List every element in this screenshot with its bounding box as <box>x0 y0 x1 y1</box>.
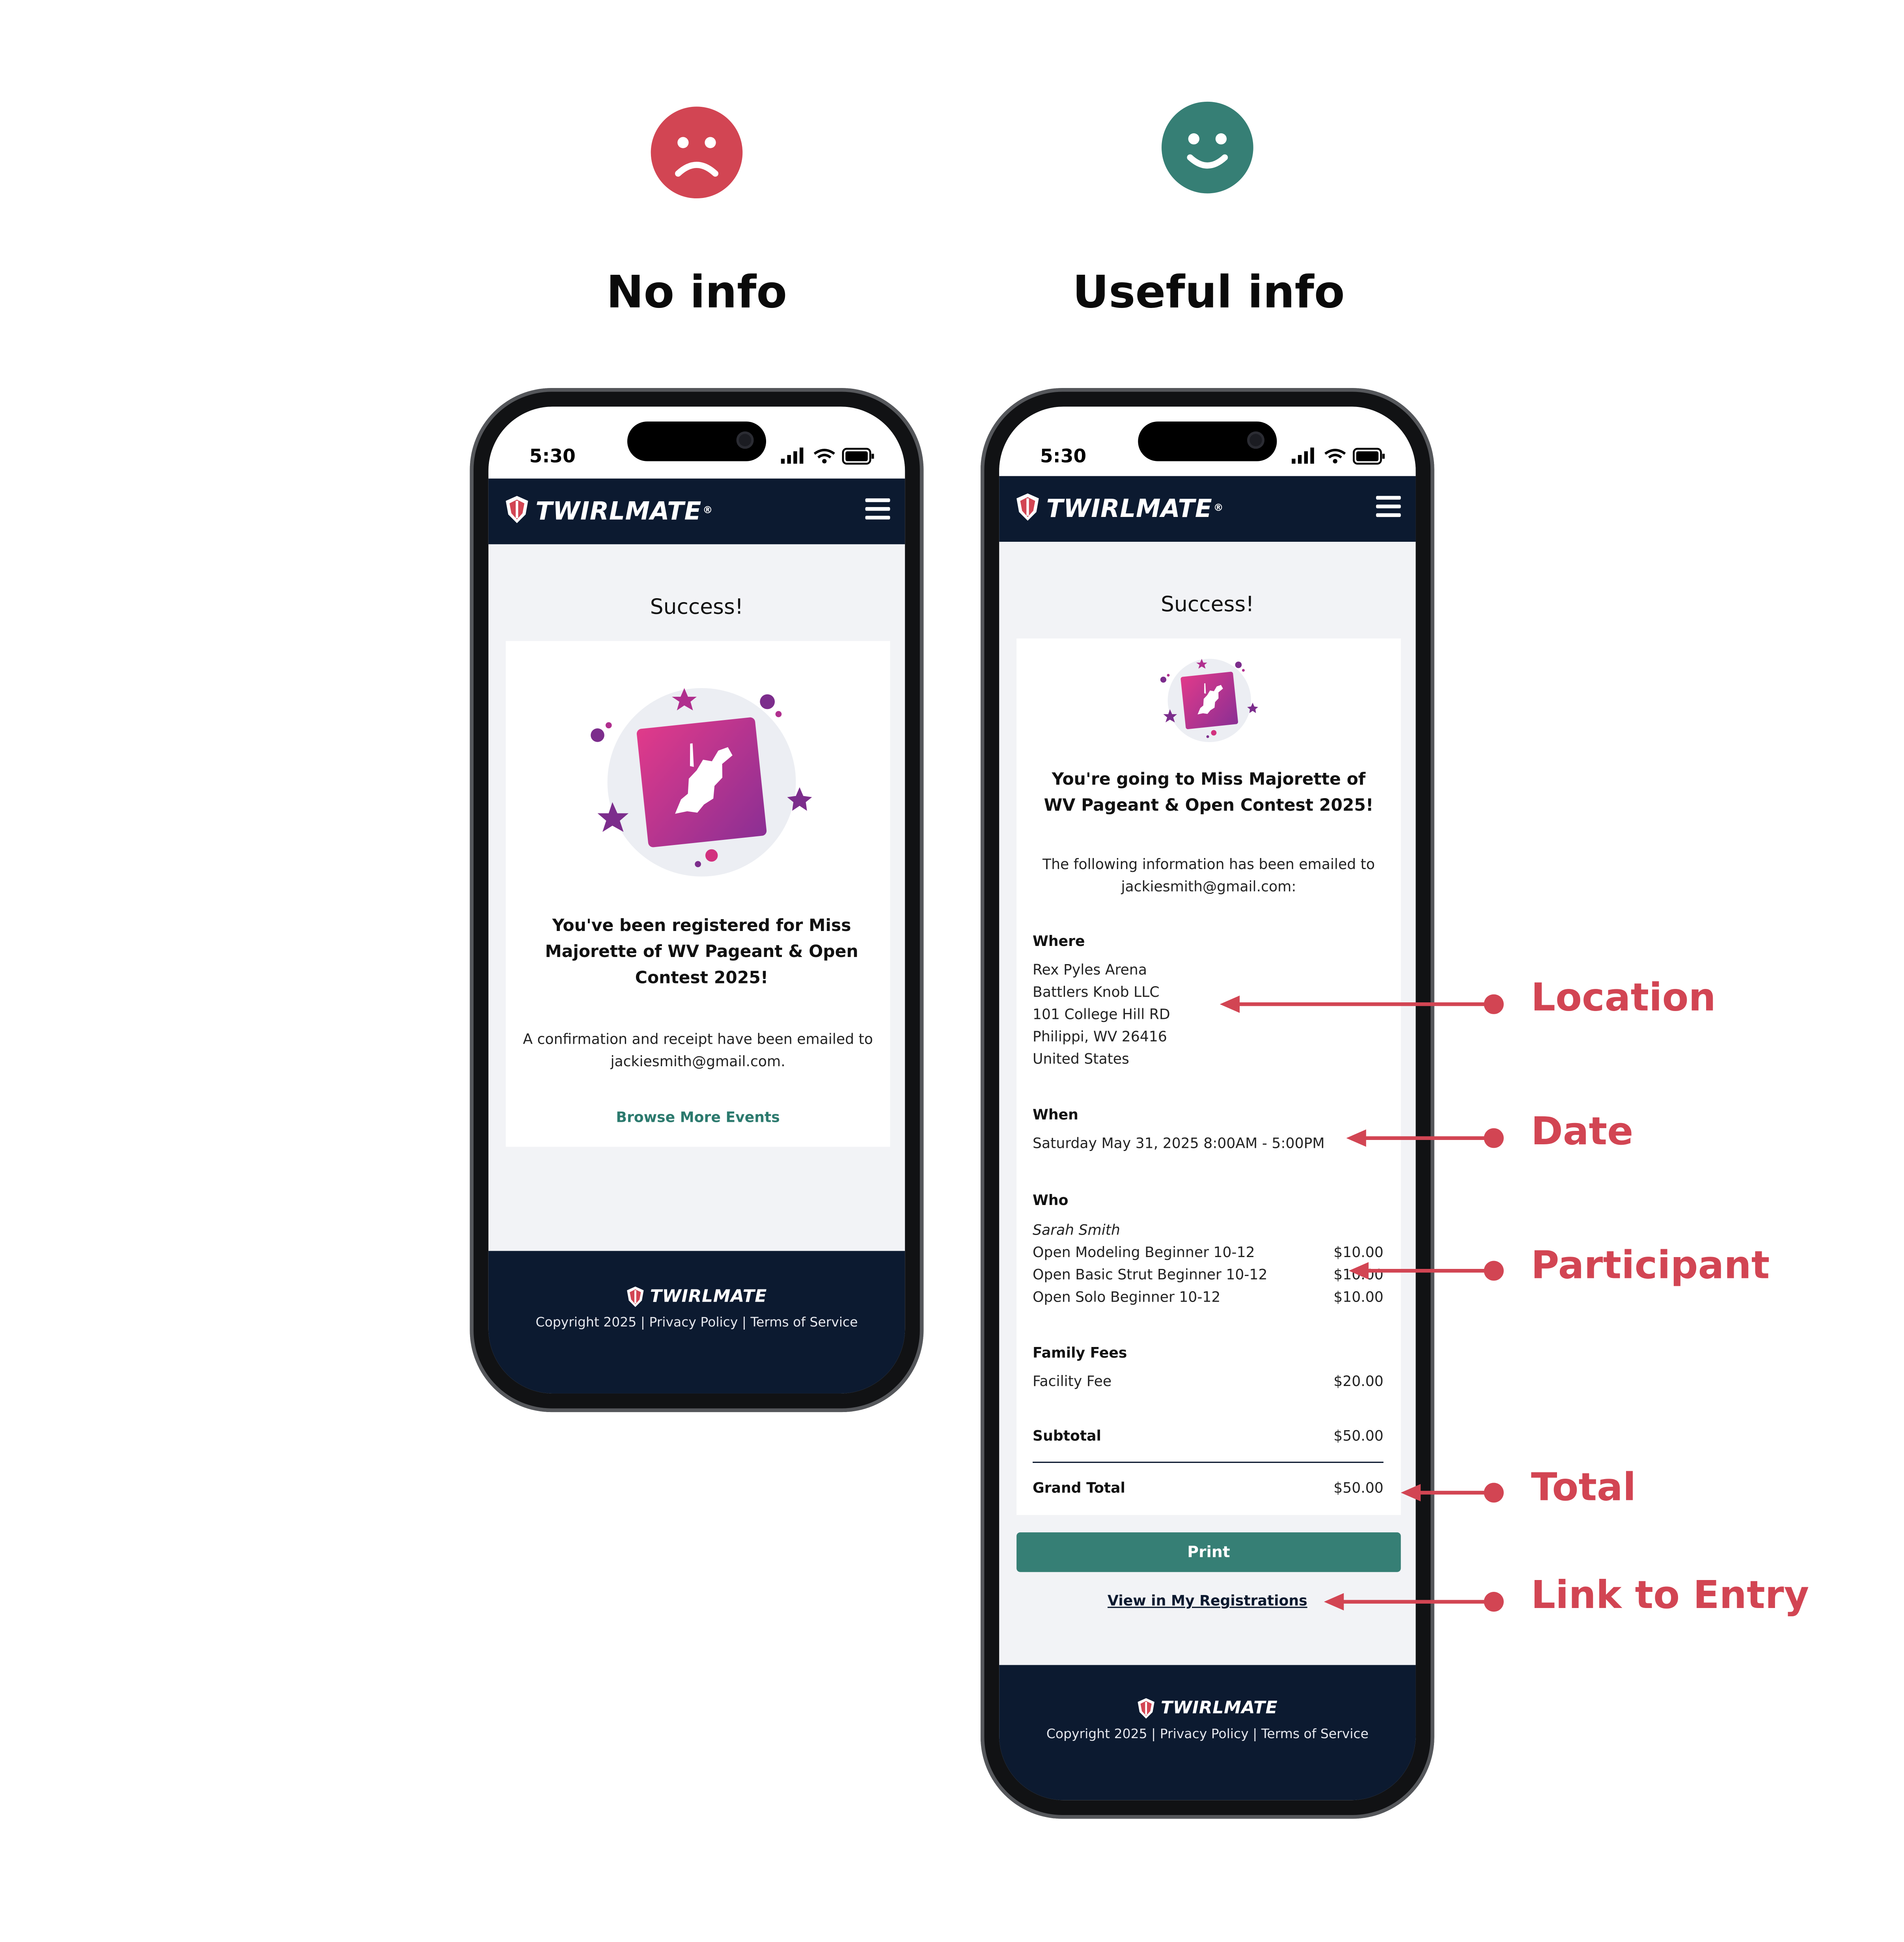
arrow-total <box>1400 1483 1504 1503</box>
when-value: Saturday May 31, 2025 8:00AM - 5:00PM <box>1033 1134 1325 1152</box>
arrow-date <box>1346 1128 1504 1148</box>
footer: TWIRLMATE Copyright 2025 | Privacy Polic… <box>488 1251 905 1394</box>
confirmation-text: A confirmation and receipt have been ema… <box>523 1030 873 1070</box>
registration-message: You're going to Miss Majorette of WV Pag… <box>1044 770 1374 816</box>
where-line: 101 College Hill RD <box>1033 1005 1170 1023</box>
annotation-link-to-entry: Link to Entry <box>1531 1573 1809 1618</box>
twirlmate-shield-icon <box>627 1286 644 1307</box>
registration-message: You've been registered for Miss Majorett… <box>545 916 858 988</box>
subtotal-label: Subtotal <box>1033 1427 1101 1444</box>
status-time: 5:30 <box>1040 445 1087 468</box>
brand-name: TWIRLMATE <box>1046 493 1212 523</box>
heading-no-info: No info <box>606 268 787 319</box>
twirlmate-shield-icon <box>505 496 528 523</box>
annotation-date: Date <box>1531 1109 1634 1155</box>
status-bar: 5:30 <box>488 407 905 479</box>
where-label: Where <box>1033 932 1085 950</box>
top-navbar: TWIRLMATE ® <box>999 476 1416 542</box>
status-bar: 5:30 <box>999 407 1416 476</box>
status-icons <box>781 448 874 465</box>
where-line: Battlers Knob LLC <box>1033 983 1160 1001</box>
grand-total-label: Grand Total <box>1033 1479 1125 1496</box>
top-navbar: TWIRLMATE ® <box>488 478 905 545</box>
entry-name: Open Basic Strut Beginner 10-12 <box>1033 1266 1268 1283</box>
details-card: You're going to Miss Majorette of WV Pag… <box>1016 638 1401 1515</box>
annotation-location: Location <box>1531 976 1716 1020</box>
entry-price: $10.00 <box>1333 1243 1384 1261</box>
phone-no-info: 5:30 TWIRLMATE ® Success! You've been re… <box>470 388 924 1412</box>
subtotal-value: $50.00 <box>1333 1427 1384 1444</box>
emailed-info-text: The following information has been email… <box>1042 855 1375 895</box>
fee-name: Facility Fee <box>1033 1372 1112 1390</box>
footer-logo[interactable]: TWIRLMATE <box>489 1285 905 1313</box>
page-title: Success! <box>1161 592 1254 617</box>
confirmation-card: You've been registered for Miss Majorett… <box>505 641 890 1147</box>
footer: TWIRLMATE Copyright 2025 | Privacy Polic… <box>999 1665 1416 1800</box>
status-time: 5:30 <box>529 445 576 468</box>
page-title: Success! <box>650 595 744 620</box>
fee-price: $20.00 <box>1333 1372 1384 1390</box>
annotation-total: Total <box>1531 1465 1636 1510</box>
entry-price: $10.00 <box>1333 1288 1384 1306</box>
dynamic-island <box>627 421 766 461</box>
footer-copyright[interactable]: Copyright 2025 | Privacy Policy | Terms … <box>489 1315 905 1330</box>
where-line: United States <box>1033 1050 1129 1068</box>
brand-logo[interactable]: TWIRLMATE ® <box>1015 492 1223 524</box>
when-label: When <box>1033 1106 1078 1123</box>
happy-face-icon <box>1162 101 1253 194</box>
footer-brand-name: TWIRLMATE <box>1161 1698 1278 1718</box>
brand-name: TWIRLMATE <box>535 496 702 526</box>
entry-name: Open Modeling Beginner 10-12 <box>1033 1243 1255 1261</box>
twirlmate-shield-icon <box>1016 493 1039 521</box>
hamburger-menu-icon[interactable] <box>865 498 890 521</box>
phone-screen: 5:30 TWIRLMATE ® Success! <box>488 407 905 1394</box>
arrow-link <box>1324 1592 1504 1612</box>
status-icons <box>1292 448 1385 465</box>
browse-more-events-link[interactable]: Browse More Events <box>506 1108 890 1126</box>
where-line: Rex Pyles Arena <box>1033 961 1147 978</box>
hamburger-menu-icon[interactable] <box>1376 496 1401 519</box>
who-label: Who <box>1033 1191 1069 1209</box>
west-virginia-badge-icon <box>1160 659 1258 742</box>
brand-logo[interactable]: TWIRLMATE ® <box>505 494 713 527</box>
heading-useful-info: Useful info <box>1072 268 1345 319</box>
canvas: No info Useful info 5:30 TWIRLMATE ® Suc… <box>0 0 1904 1942</box>
phone-screen: 5:30 TWIRLMATE ® Success! <box>999 407 1416 1800</box>
annotation-participant: Participant <box>1531 1243 1770 1288</box>
arrow-participant <box>1348 1261 1504 1281</box>
twirlmate-shield-icon <box>1138 1698 1155 1719</box>
brand-reg: ® <box>703 504 713 516</box>
footer-logo[interactable]: TWIRLMATE <box>999 1697 1415 1724</box>
camera-icon <box>736 431 754 449</box>
print-button[interactable]: Print <box>1016 1532 1401 1572</box>
brand-reg: ® <box>1213 502 1224 513</box>
sad-face-icon <box>651 106 743 199</box>
west-virginia-badge-icon <box>591 688 812 877</box>
camera-icon <box>1247 431 1264 449</box>
grand-total-value: $50.00 <box>1333 1479 1384 1496</box>
footer-copyright[interactable]: Copyright 2025 | Privacy Policy | Terms … <box>999 1727 1415 1742</box>
total-divider <box>1033 1461 1384 1463</box>
family-fees-label: Family Fees <box>1033 1344 1127 1362</box>
where-line: Philippi, WV 26416 <box>1033 1028 1167 1045</box>
dynamic-island <box>1138 421 1277 461</box>
participant-name: Sarah Smith <box>1033 1221 1120 1239</box>
arrow-location <box>1220 994 1504 1014</box>
footer-brand-name: TWIRLMATE <box>650 1287 767 1307</box>
entry-name: Open Solo Beginner 10-12 <box>1033 1288 1221 1306</box>
